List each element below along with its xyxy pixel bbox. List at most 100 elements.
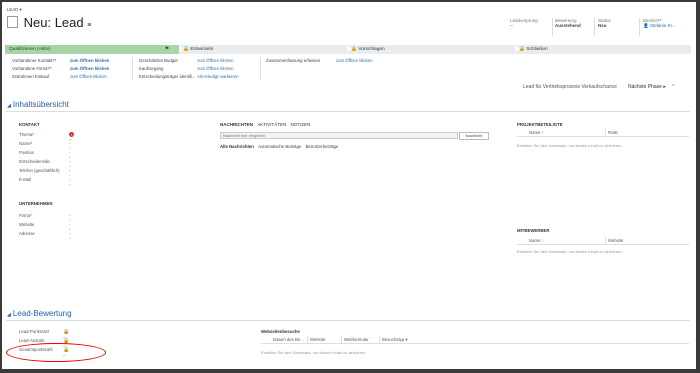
section-header-overview[interactable]: ◢ Inhaltsübersicht: [7, 100, 69, 109]
filter-auto[interactable]: Automatische Beiträge: [258, 144, 301, 149]
step-value[interactable]: zum Öffnen klicken: [197, 66, 233, 71]
tab-notizen[interactable]: NOTIZEN: [291, 122, 311, 127]
stage-label: Vorschlagen: [358, 47, 385, 52]
message-input[interactable]: [220, 132, 458, 139]
field-firma[interactable]: Firma* --: [19, 213, 70, 223]
mitbewerber-empty-message: Erstellen Sie den Datensatz, um diesen I…: [517, 249, 623, 254]
post-message-button[interactable]: Nachricht: [459, 132, 489, 140]
field-entscheiderrolle[interactable]: Entscheiderrolle --: [19, 159, 70, 169]
header-field-label: Leadursprung: [510, 18, 538, 23]
step-label: Vorhandener Kontakt?: [12, 58, 55, 63]
field-label: Telefon (geschäftlich): [19, 168, 60, 173]
step-label: Kaufvorgang: [139, 66, 164, 71]
mitbewerber-title: MITBEWERBER: [517, 228, 550, 233]
flag-icon: ⚑: [164, 47, 169, 52]
field-lead-punktzahl: Lead-Punktzahl 🔒 --: [19, 329, 69, 340]
header-field-leadursprung[interactable]: Leadursprung --: [510, 18, 538, 28]
header-field-value: --: [510, 23, 513, 28]
field-name[interactable]: Name* --: [19, 141, 70, 151]
process-bar: Qualifizieren (Aktiv) ⚑ 🔒 Entwickeln 🔒 V…: [5, 45, 691, 54]
stage-label: Entwickeln: [190, 47, 214, 52]
field-lead-anstufe: Lead-Anstufe 🔒 --: [19, 338, 69, 349]
step-value[interactable]: Als erledigt markieren: [197, 74, 239, 79]
user-icon: 👤: [643, 23, 649, 28]
lock-icon: 🔒: [351, 47, 357, 52]
step-value[interactable]: zum Öffnen klicken: [70, 58, 109, 63]
chevron-down-icon: ▾: [19, 7, 22, 12]
section-title: Inhaltsübersicht: [12, 100, 69, 109]
field-adresse[interactable]: Adresse --: [19, 231, 70, 241]
filter-user[interactable]: Benutzerbeiträge: [306, 144, 339, 149]
column-header[interactable]: Webformular: [341, 336, 369, 343]
annotation-circle: [6, 343, 106, 362]
kontakt-heading: KONTAKT: [19, 122, 40, 127]
web-visits-grid-header: Datum des Be... Website Webformular Besu…: [261, 336, 689, 344]
column-header[interactable]: Website: [307, 336, 325, 343]
process-step[interactable]: Zeitrahmen Einkauf zum Öffnen klicken: [12, 74, 122, 82]
stage-qualifizieren[interactable]: Qualifizieren (Aktiv) ⚑: [5, 45, 179, 54]
step-value[interactable]: zum Öffnen klicken: [70, 74, 106, 79]
chevron-up-icon[interactable]: ⌃: [671, 84, 675, 90]
step-value[interactable]: zum Öffnen klicken: [336, 58, 372, 63]
field-value[interactable]: --: [69, 231, 70, 241]
field-website[interactable]: Website --: [19, 222, 70, 232]
field-position[interactable]: Position --: [19, 150, 70, 160]
page-title: Neu: Lead: [23, 15, 84, 30]
process-step[interactable]: Geschätztes Budget zum Öffnen klicken: [139, 58, 259, 66]
section-title: Lead-Bewertung: [12, 309, 72, 318]
process-step[interactable]: Kaufvorgang zum Öffnen klicken: [139, 66, 259, 74]
field-telefon[interactable]: Telefon (geschäftlich) --: [19, 168, 70, 178]
next-phase-label: Nächste Phase: [628, 84, 662, 90]
projekt-grid-header: Name ↑ Rolle: [517, 129, 689, 137]
process-step-column-1: Vorhandener Kontakt?* zum Öffnen klicken …: [12, 58, 122, 82]
lock-icon: 🔒: [183, 47, 189, 52]
column-header[interactable]: Name ↑: [527, 129, 544, 136]
column-header[interactable]: Website: [605, 237, 623, 244]
header-field-besitzer[interactable]: Besitzer* 👤 Stefanie Kr...: [643, 18, 676, 29]
field-value[interactable]: --: [69, 177, 70, 187]
column-header[interactable]: Rolle: [605, 129, 618, 136]
column-header[interactable]: Name ↑: [527, 237, 544, 244]
field-label: Entscheiderrolle: [19, 159, 50, 164]
projekt-empty-message: Erstellen Sie den Datensatz, um diesen I…: [517, 143, 623, 148]
step-value[interactable]: zum Öffnen klicken: [197, 58, 233, 63]
process-step-column-3: Zusammenfassung erfassen zum Öffnen klick…: [266, 58, 386, 66]
header-field-value[interactable]: 👤 Stefanie Kr...: [643, 23, 676, 29]
process-step[interactable]: Zusammenfassung erfassen zum Öffnen klick…: [266, 58, 386, 66]
process-step[interactable]: Vorhandener Kontakt?* zum Öffnen klicken: [12, 58, 122, 66]
field-label: Lead-Anstufe: [19, 338, 45, 343]
process-step-column-2: Geschätztes Budget zum Öffnen klicken Kau…: [139, 58, 259, 82]
step-label: Zusammenfassung erfassen: [266, 58, 321, 63]
process-step[interactable]: Entscheidungsträger identifi... Als erled…: [139, 74, 259, 82]
step-value[interactable]: zum Öffnen klicken: [70, 66, 109, 71]
projekt-title: PROJEKTBETEILIGTE: [517, 122, 563, 127]
column-header[interactable]: Besuchstyp ▾: [379, 336, 408, 343]
stage-vorschlagen[interactable]: 🔒 Vorschlagen: [351, 45, 511, 54]
section-header-rating[interactable]: ◢ Lead-Bewertung: [7, 309, 72, 318]
field-email[interactable]: E-Mail --: [19, 177, 70, 187]
sort-arrow-icon: ↑: [541, 130, 544, 135]
header-field-bewertung[interactable]: Bewertung Ausstehend: [555, 18, 581, 28]
field-thema[interactable]: Thema* × --: [19, 132, 74, 142]
collapse-icon: ◢: [7, 312, 11, 318]
field-label: Adresse: [19, 231, 35, 236]
tab-nachrichten[interactable]: NACHRICHTEN: [220, 122, 253, 127]
header-field-status[interactable]: Status Neu: [598, 18, 611, 28]
entity-switcher[interactable]: LEAD ▾: [7, 7, 22, 13]
filter-all[interactable]: Alle Nachrichten: [220, 144, 254, 149]
stage-entwickeln[interactable]: 🔒 Entwickeln: [183, 45, 343, 54]
step-label: Vorhandene Firma?: [12, 66, 50, 71]
web-visits-title: Webseitenbesuche: [261, 329, 300, 334]
activity-tabs: NACHRICHTEN AKTIVITÄTEN NOTIZEN: [220, 122, 310, 127]
tab-aktivitaeten[interactable]: AKTIVITÄTEN: [257, 122, 286, 127]
field-label: Lead-Punktzahl: [19, 329, 49, 334]
stage-schliessen[interactable]: 🔒 Schließen: [519, 45, 689, 54]
record-icon: [7, 16, 18, 28]
next-phase-button[interactable]: Nächste Phase ▸ ⌃: [628, 84, 675, 90]
form-menu-icon[interactable]: ≡: [87, 22, 91, 29]
mitbewerber-grid-header: Name ↑ Website: [517, 237, 689, 245]
process-step[interactable]: Vorhandene Firma?* zum Öffnen klicken: [12, 66, 122, 74]
filter-icon: ▾: [405, 337, 408, 342]
stage-label: Qualifizieren (Aktiv): [9, 47, 51, 52]
column-header[interactable]: Datum des Be...: [271, 336, 304, 343]
